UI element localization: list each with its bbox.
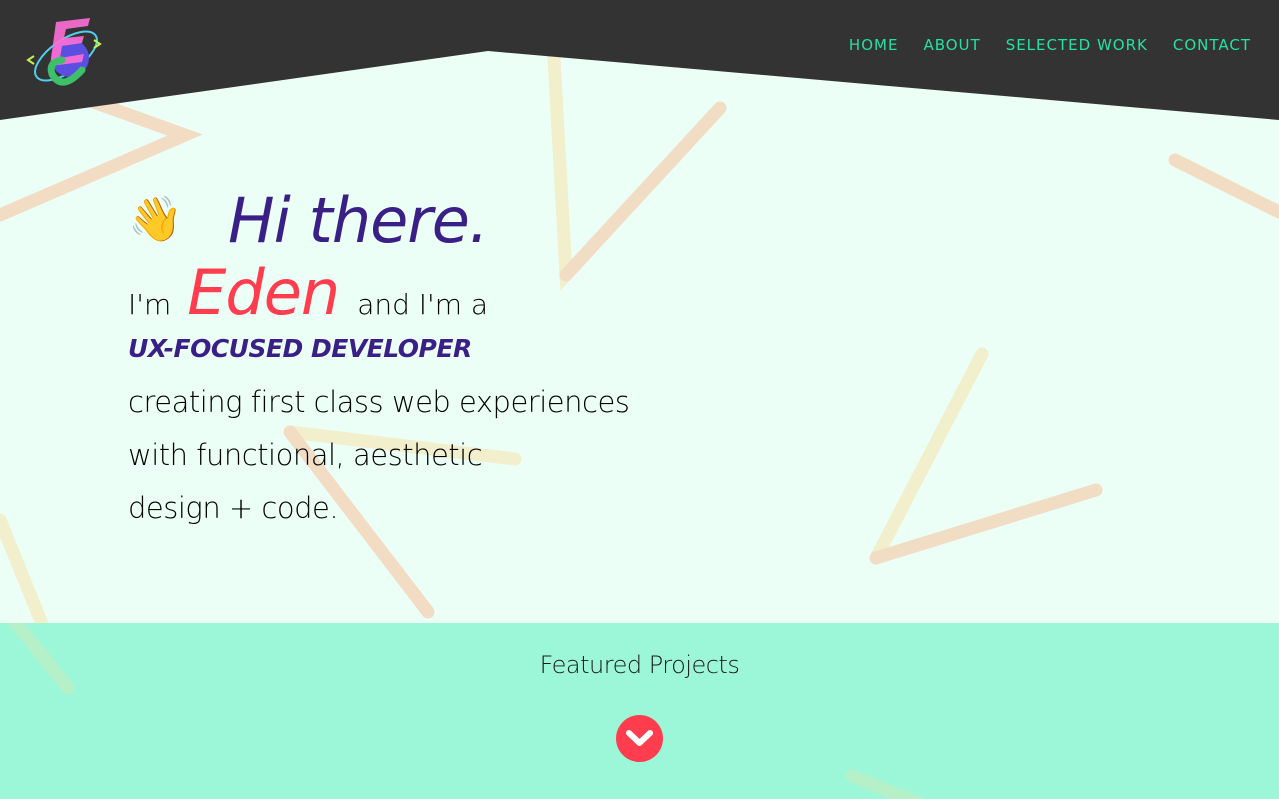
deco-chevron [1168,153,1279,219]
intro-prefix: I'm [128,288,172,321]
role-title: UX-FOCUSED DEVELOPER [128,334,472,363]
featured-title: Featured Projects [539,651,740,679]
hero-section: 👋 Hi there. I'm Eden and I'm a UX-FOCUSE… [128,180,630,535]
greeting-heading: Hi there. [228,183,489,257]
intro-suffix: and I'm a [357,288,489,321]
name-text: Eden [187,256,340,329]
page: HOME ABOUT SELECTED WORK CONTACT 👋 Hi th… [0,0,1279,799]
description-line: creating first class web experiences [128,385,630,419]
description-line: design + code. [128,491,339,525]
ec-logo-icon[interactable] [22,10,108,96]
greeting-row: 👋 Hi there. [128,180,629,260]
chevron-down-icon [626,730,653,746]
nav-selected-work[interactable]: SELECTED WORK [1006,36,1148,54]
scroll-down-button[interactable] [616,715,663,762]
featured-decoration [7,623,926,799]
description-line: with functional, aesthetic [128,438,483,472]
main-nav: HOME ABOUT SELECTED WORK CONTACT [849,36,1251,54]
waving-hand-icon: 👋 [128,194,183,245]
header-background [0,0,1279,120]
featured-section: Featured Projects [0,623,1279,799]
intro-row: I'm Eden and I'm a [128,256,629,329]
nav-home[interactable]: HOME [849,36,899,54]
nav-contact[interactable]: CONTACT [1173,36,1251,54]
nav-about[interactable]: ABOUT [923,36,980,54]
